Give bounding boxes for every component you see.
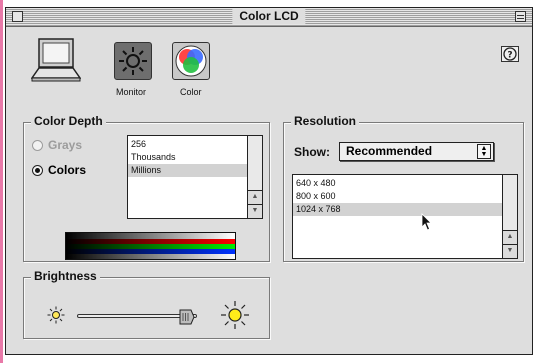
show-popup-value: Recommended [346, 144, 433, 158]
brightness-slider[interactable] [77, 309, 197, 325]
resolution-list[interactable]: 640 x 480 800 x 600 1024 x 768 ▲ ▼ [292, 174, 518, 259]
svg-text:?: ? [507, 51, 512, 61]
grays-radio-row: Grays [32, 138, 82, 152]
mouse-cursor-icon [421, 213, 432, 231]
scroll-up-arrow-icon[interactable]: ▲ [503, 230, 517, 244]
show-label: Show: [294, 145, 330, 159]
rgb-circles-icon [175, 45, 207, 77]
scroll-up-arrow-icon[interactable]: ▲ [248, 190, 262, 204]
window-title: Color LCD [232, 9, 306, 24]
scroll-down-arrow-icon[interactable]: ▼ [248, 204, 262, 218]
slider-thumb[interactable] [179, 309, 195, 325]
color-depth-title: Color Depth [31, 114, 106, 129]
color-depth-group: Color Depth Grays Colors 256 Thousands M… [23, 114, 270, 262]
show-popup-menu[interactable]: Recommended ▲ ▼ [339, 142, 494, 161]
close-box-icon[interactable] [12, 11, 23, 22]
grays-label: Grays [48, 138, 83, 152]
laptop-icon [30, 38, 82, 88]
color-depth-list[interactable]: 256 Thousands Millions ▲ ▼ [127, 135, 263, 219]
list-item[interactable]: 640 x 480 [293, 177, 503, 190]
scroll-down-arrow-icon[interactable]: ▼ [503, 244, 517, 258]
color-settings-button[interactable] [172, 42, 210, 80]
control-panel-window: Color LCD Monitor Color ? Color Depth Gr… [5, 7, 533, 355]
question-mark-icon: ? [503, 47, 517, 61]
resolution-title: Resolution [291, 114, 359, 129]
list-item[interactable]: Millions [128, 164, 249, 177]
dim-sun-icon [47, 306, 65, 324]
help-button[interactable]: ? [501, 46, 519, 62]
monitor-label: Monitor [116, 87, 147, 97]
bright-sun-icon [221, 301, 249, 329]
colors-label: Colors [48, 163, 87, 177]
colors-radio[interactable] [32, 164, 43, 176]
brightness-title: Brightness [31, 269, 100, 284]
sun-icon [119, 47, 147, 75]
popup-arrows-icon: ▲ ▼ [477, 144, 491, 159]
color-label: Color [180, 87, 202, 97]
color-spectrum-bar [65, 232, 236, 260]
desktop-edge [0, 0, 3, 363]
colors-radio-row: Colors [32, 163, 86, 177]
title-bar[interactable]: Color LCD [6, 8, 532, 27]
list-item[interactable]: Thousands [128, 151, 249, 164]
monitor-settings-button[interactable] [114, 42, 152, 80]
list-item[interactable]: 256 [128, 138, 249, 151]
collapse-box-icon[interactable] [515, 11, 526, 22]
color-depth-scrollbar[interactable]: ▲ ▼ [247, 136, 262, 218]
brightness-group: Brightness [23, 269, 270, 339]
resolution-group: Resolution Show: Recommended ▲ ▼ 640 x 48… [283, 114, 524, 262]
resolution-scrollbar[interactable]: ▲ ▼ [502, 175, 517, 258]
list-item[interactable]: 1024 x 768 [293, 203, 503, 216]
list-item[interactable]: 800 x 600 [293, 190, 503, 203]
grays-radio[interactable] [32, 139, 43, 151]
